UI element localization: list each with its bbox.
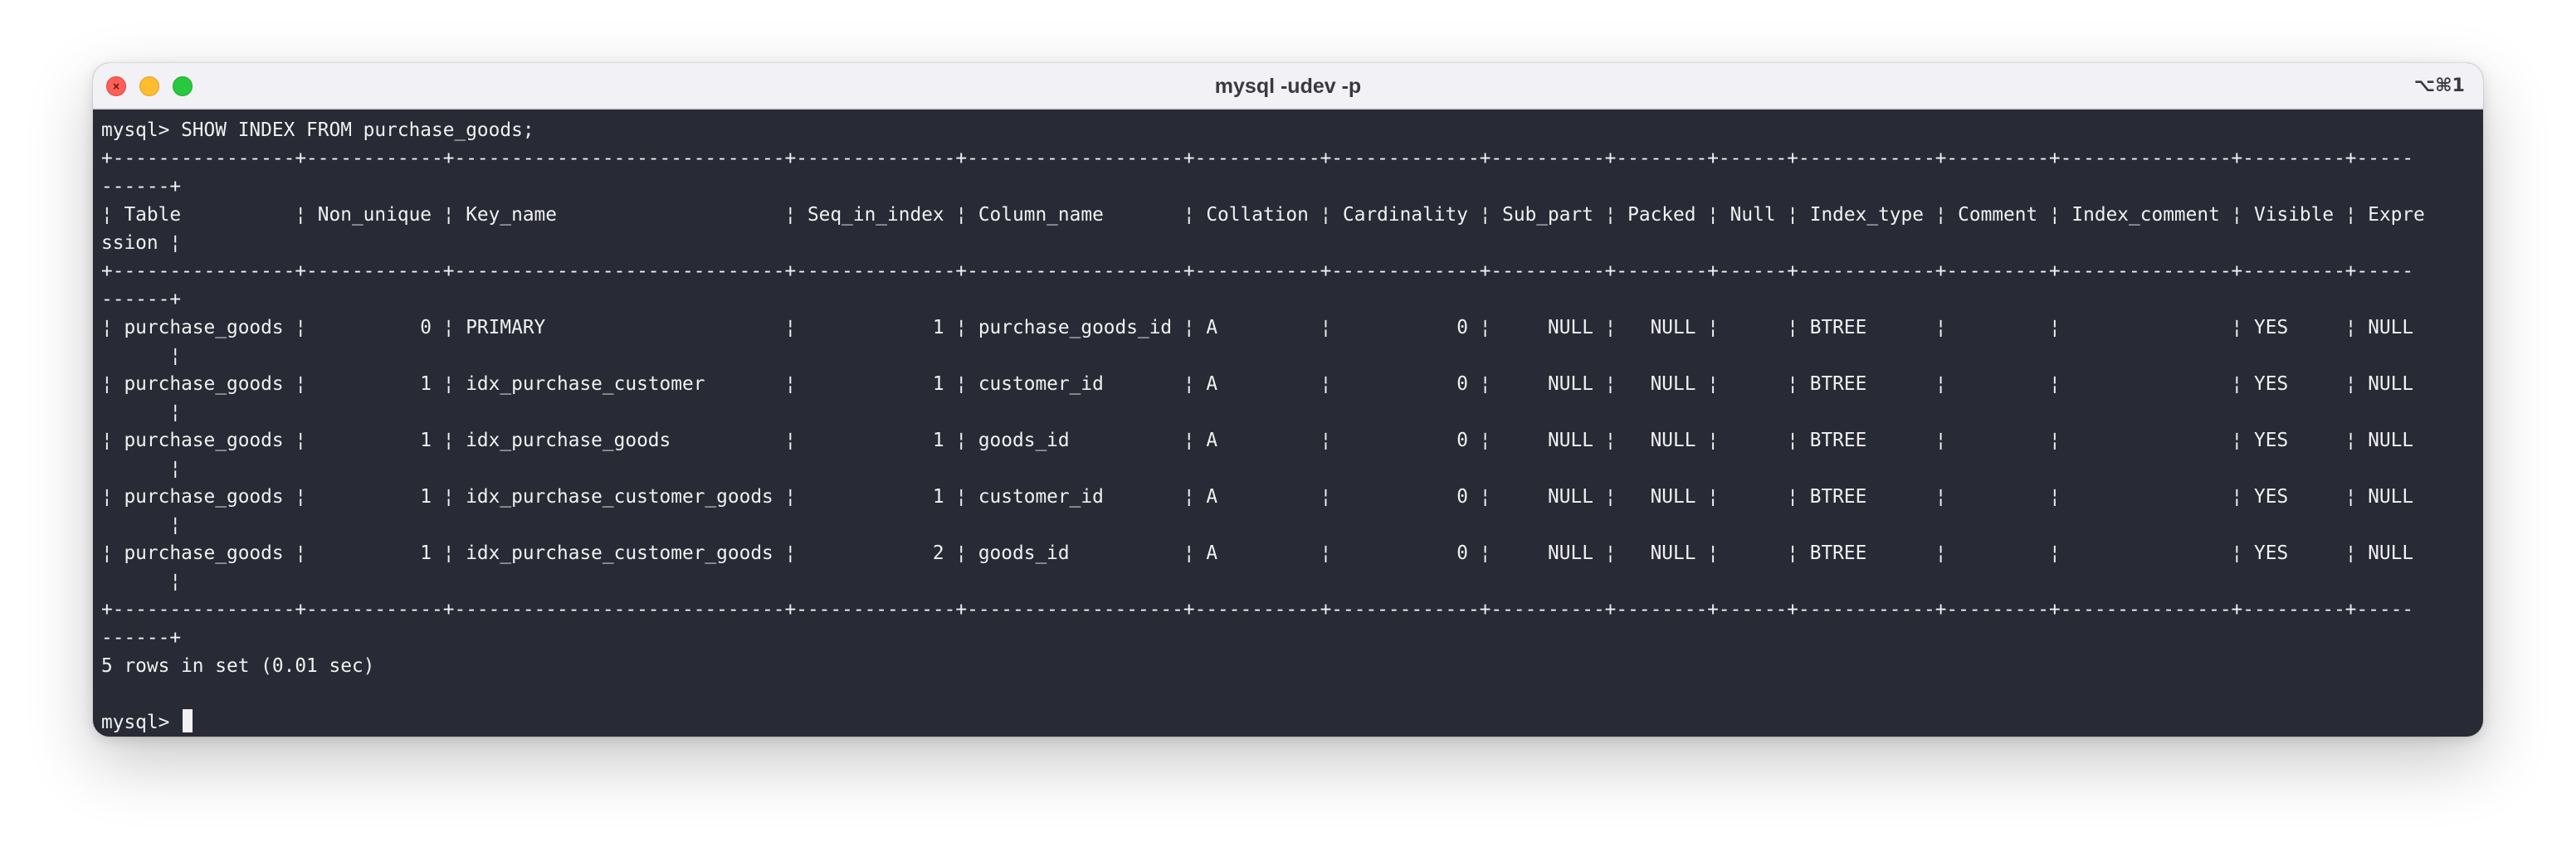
result-summary: 5 rows in set (0.01 sec) xyxy=(101,655,375,677)
output-line: ------+ xyxy=(101,627,182,649)
table-row: ¦ xyxy=(101,401,182,423)
command-text: SHOW INDEX FROM purchase_goods; xyxy=(181,119,534,141)
table-row: ¦ purchase_goods ¦ 0 ¦ PRIMARY ¦ 1 ¦ pur… xyxy=(101,317,2414,338)
table-row: ¦ xyxy=(101,345,182,367)
table-row: ¦ purchase_goods ¦ 1 ¦ idx_purchase_good… xyxy=(101,430,2414,451)
text-cursor xyxy=(183,709,193,732)
command-line: mysql> SHOW INDEX FROM purchase_goods; xyxy=(101,116,2483,144)
prompt: mysql> xyxy=(101,119,182,141)
table-header-line: ssion ¦ xyxy=(101,232,182,254)
table-row: ¦ purchase_goods ¦ 1 ¦ idx_purchase_cust… xyxy=(101,373,2414,395)
table-row: ¦ xyxy=(101,571,182,592)
output-line: ------+ xyxy=(101,176,182,197)
output-line: +----------------+------------+---------… xyxy=(101,599,2414,620)
output-line: +----------------+------------+---------… xyxy=(101,260,2414,282)
title-bar[interactable]: × mysql -udev -p ⌥⌘1 xyxy=(93,63,2483,109)
prompt: mysql> xyxy=(101,712,182,733)
table-row: ¦ purchase_goods ¦ 1 ¦ idx_purchase_cust… xyxy=(101,542,2414,564)
table-header-line: ¦ Table ¦ Non_unique ¦ Key_name ¦ Seq_in… xyxy=(101,204,2425,226)
terminal-output[interactable]: mysql> SHOW INDEX FROM purchase_goods; +… xyxy=(101,116,2483,737)
input-line[interactable]: mysql> xyxy=(101,708,2483,737)
output-line: ------+ xyxy=(101,289,182,310)
terminal-window: × mysql -udev -p ⌥⌘1 mysql> SHOW INDEX F… xyxy=(93,63,2483,737)
table-row: ¦ purchase_goods ¦ 1 ¦ idx_purchase_cust… xyxy=(101,486,2414,508)
keyboard-shortcut-label: ⌥⌘1 xyxy=(2413,75,2465,96)
table-row: ¦ xyxy=(101,514,182,536)
output-line: +----------------+------------+---------… xyxy=(101,148,2414,169)
window-title: mysql -udev -p xyxy=(1214,75,1362,98)
table-row: ¦ xyxy=(101,458,182,479)
